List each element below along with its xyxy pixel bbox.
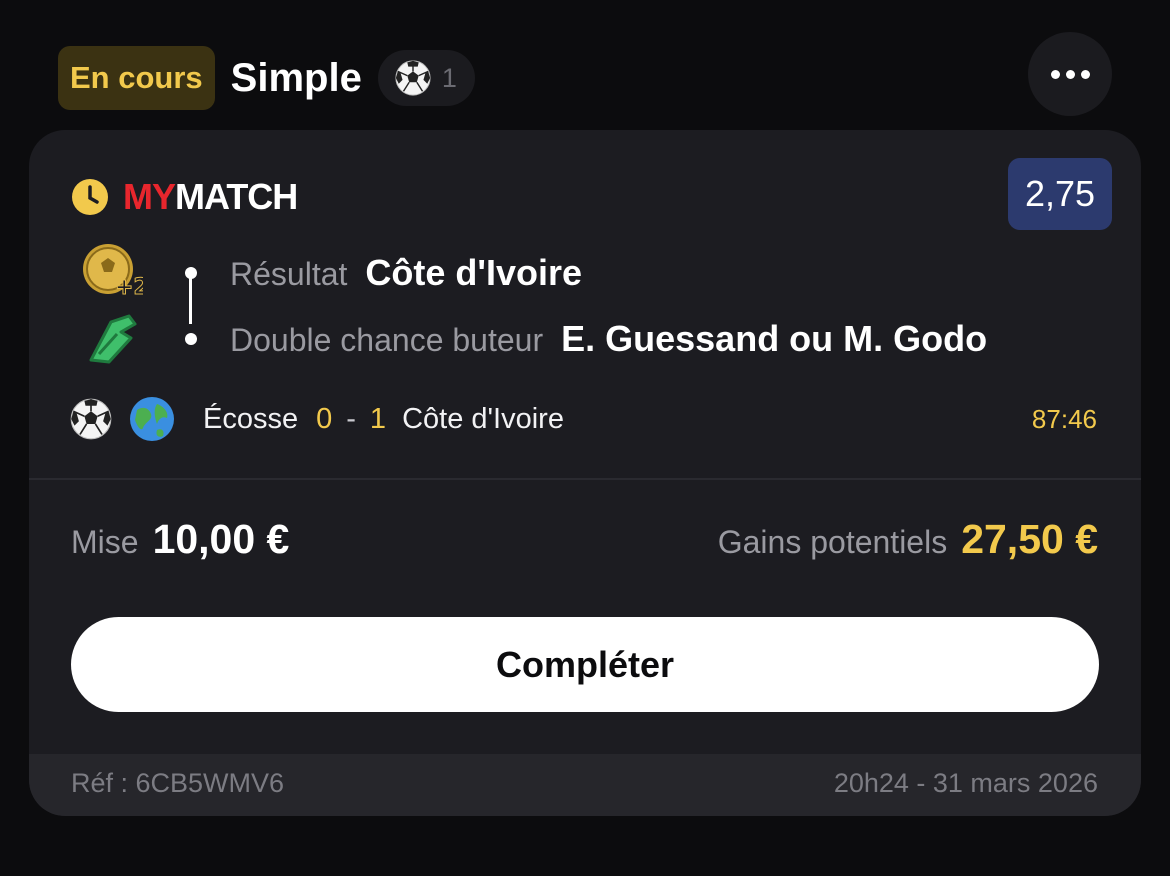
more-options-button[interactable] (1028, 32, 1112, 116)
stake: Mise 10,00 € (71, 516, 289, 563)
globe-icon (130, 397, 174, 441)
home-score: 0 (316, 402, 333, 435)
pick-row: Double chance buteur E. Guessand ou M. G… (230, 318, 987, 360)
away-score: 1 (369, 402, 387, 435)
pick-label: Double chance buteur (230, 322, 544, 358)
clock-icon (72, 179, 108, 215)
soccer-ball-icon (395, 60, 431, 96)
bet-card: MYMATCH 2,75 +2 Résultat Côte d'Ivoire D… (29, 130, 1141, 816)
bet-date: 20h24 - 31 mars 2026 (833, 768, 1098, 798)
match-row[interactable]: Écosse 0 - 1 Côte d'Ivoire 87:46 (69, 396, 1097, 442)
boot-icon (89, 314, 137, 364)
svg-text:+2: +2 (115, 275, 143, 300)
divider (29, 478, 1141, 480)
odds-badge: 2,75 (1008, 158, 1112, 230)
complete-button[interactable]: Compléter (71, 617, 1099, 712)
stake-label: Mise (71, 524, 139, 560)
match-clock: 87:46 (1031, 403, 1097, 434)
potential-gain-value: 27,50 € (961, 516, 1098, 562)
pick-value: E. Guessand ou M. Godo (561, 318, 988, 359)
away-team: Côte d'Ivoire (402, 402, 564, 435)
bet-reference: Réf : 6CB5WMV6 (71, 768, 285, 798)
more-dots-icon (1050, 69, 1060, 79)
potential-gain: Gains potentiels 27,50 € (718, 516, 1098, 563)
bet-header: En cours Simple 1 (58, 32, 1112, 116)
soccer-ball-icon (70, 398, 112, 440)
timeline-line (189, 278, 192, 324)
bet-footer: Réf : 6CB5WMV6 20h24 - 31 mars 2026 (29, 754, 1141, 816)
selection-count: 1 (441, 62, 457, 93)
home-team: Écosse (203, 402, 299, 435)
potential-gain-label: Gains potentiels (717, 524, 948, 560)
timeline-dot (185, 333, 197, 345)
bet-type-title: Simple (230, 55, 362, 100)
pick-row: Résultat Côte d'Ivoire (230, 252, 582, 294)
brand-logo-text: MYMATCH (123, 176, 298, 217)
pick-value: Côte d'Ivoire (365, 252, 582, 293)
status-badge: En cours (58, 46, 215, 110)
score-separator: - (346, 402, 356, 435)
mymatch-brand: MYMATCH (71, 176, 298, 218)
selection-count-pill: 1 (377, 50, 475, 106)
pick-label: Résultat (230, 256, 348, 292)
stake-value: 10,00 € (152, 516, 290, 562)
goal-boost-icon: +2 (83, 244, 143, 300)
